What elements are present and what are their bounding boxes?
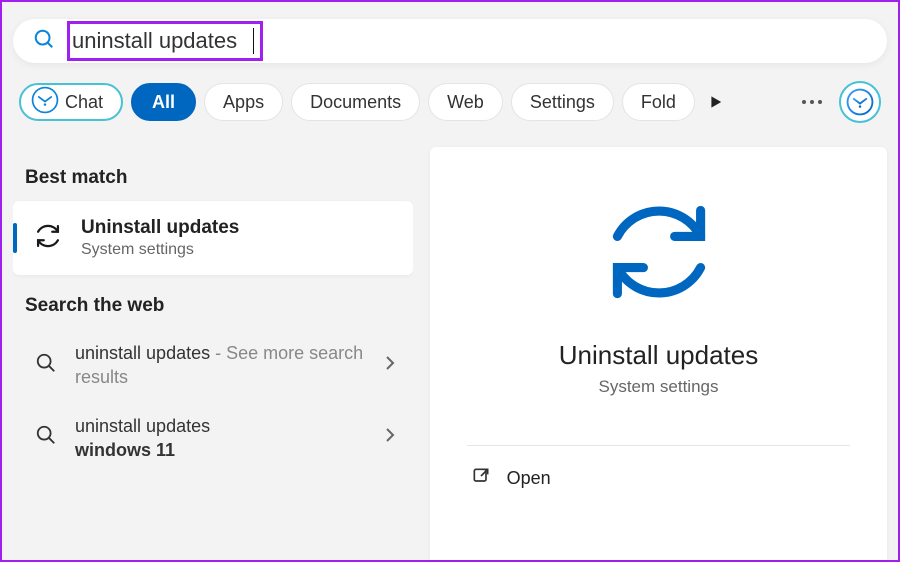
- chat-tab[interactable]: Chat: [19, 83, 123, 121]
- open-label: Open: [507, 468, 551, 489]
- bing-chat-button[interactable]: [839, 81, 881, 123]
- search-input[interactable]: [72, 28, 252, 54]
- chat-tab-label: Chat: [65, 92, 103, 113]
- web-result-text: uninstall updates windows 11: [75, 414, 367, 463]
- search-bar[interactable]: [13, 19, 887, 63]
- open-action[interactable]: Open: [467, 448, 851, 509]
- overflow-menu[interactable]: [793, 100, 831, 104]
- filter-documents[interactable]: Documents: [291, 83, 420, 121]
- best-match-result[interactable]: Uninstall updates System settings: [13, 201, 413, 275]
- search-icon: [33, 28, 55, 55]
- sync-icon-large: [594, 187, 724, 322]
- filter-row: Chat All Apps Documents Web Settings Fol…: [13, 79, 887, 125]
- filter-folders[interactable]: Fold: [622, 83, 695, 121]
- sync-icon: [31, 219, 65, 258]
- divider: [467, 445, 851, 446]
- best-match-title: Uninstall updates: [81, 217, 239, 239]
- text-cursor: [253, 28, 254, 54]
- filter-apps[interactable]: Apps: [204, 83, 283, 121]
- web-result-0[interactable]: uninstall updates - See more search resu…: [13, 329, 413, 402]
- chat-icon: [31, 86, 59, 119]
- search-icon: [35, 352, 57, 379]
- more-filters-arrow[interactable]: [703, 95, 731, 109]
- best-match-heading: Best match: [25, 167, 413, 189]
- search-web-heading: Search the web: [25, 295, 413, 317]
- results-left-column: Best match Uninstall updates System sett…: [13, 147, 413, 560]
- preview-title: Uninstall updates: [559, 340, 758, 371]
- preview-subtitle: System settings: [599, 377, 719, 397]
- web-result-1[interactable]: uninstall updates windows 11: [13, 402, 413, 475]
- filter-web[interactable]: Web: [428, 83, 503, 121]
- search-input-highlight: [67, 21, 263, 61]
- filter-all[interactable]: All: [131, 83, 196, 121]
- best-match-text: Uninstall updates System settings: [81, 217, 239, 259]
- filter-settings[interactable]: Settings: [511, 83, 614, 121]
- chevron-right-icon: [385, 427, 395, 448]
- web-result-text: uninstall updates - See more search resu…: [75, 341, 367, 390]
- best-match-subtitle: System settings: [81, 241, 239, 259]
- preview-pane: Uninstall updates System settings Open: [430, 147, 887, 560]
- chevron-right-icon: [385, 355, 395, 376]
- open-icon: [471, 466, 491, 491]
- search-icon: [35, 424, 57, 451]
